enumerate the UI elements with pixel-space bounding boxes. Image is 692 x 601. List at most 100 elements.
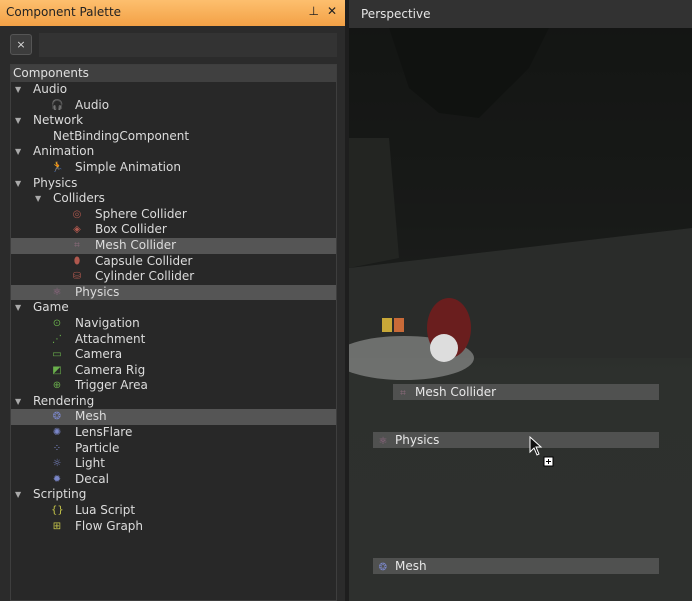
tree-label: Box Collider (95, 222, 167, 237)
dropped-label: Mesh Collider (415, 385, 497, 399)
tree-label: Navigation (75, 315, 140, 330)
panel-header: Component Palette ⊥ ✕ (0, 0, 345, 26)
capsule-icon: ⬮ (73, 255, 81, 267)
tree-label: Sphere Collider (95, 206, 187, 221)
tree-item-attachment[interactable]: ⋰ Attachment (11, 332, 336, 348)
viewport-tab[interactable]: Perspective (349, 0, 692, 28)
tree-label: Network (33, 113, 84, 128)
tree-item-lua-script[interactable]: {} Lua Script (11, 503, 336, 519)
expand-arrow-icon[interactable]: ▼ (15, 300, 21, 316)
expand-arrow-icon[interactable]: ▼ (15, 176, 21, 192)
tree-label: Decal (75, 471, 109, 486)
tree-category-animation[interactable]: ▼ Animation (11, 144, 336, 160)
mesh-sphere-icon: ❂ (52, 411, 62, 423)
running-man-icon: 🏃 (51, 161, 64, 173)
perspective-viewport[interactable]: ⌗ Mesh Collider ⚛ Physics ❂ Mesh (349, 28, 692, 601)
tree-label: Attachment (75, 331, 146, 346)
tree-label: Flow Graph (75, 518, 144, 533)
navigation-icon: ⊙ (52, 317, 62, 329)
mesh-sphere-icon: ❂ (378, 562, 388, 573)
tree-item-physics[interactable]: ⚛ Physics (11, 284, 336, 301)
tree-item-navigation[interactable]: ⊙ Navigation (11, 316, 336, 332)
headphones-icon: 🎧 (51, 99, 64, 111)
tree-label: Trigger Area (75, 378, 148, 393)
tree-category-game[interactable]: ▼ Game (11, 300, 336, 316)
tree-label: Rendering (33, 393, 95, 408)
component-tree: Components ▼ Audio 🎧 Audio ▼ Network NetBindin… (10, 64, 337, 601)
tree-item-particle[interactable]: ⁘ Particle (11, 441, 336, 457)
tree-item-cylinder-collider[interactable]: ⛁ Cylinder Collider (11, 269, 336, 285)
search-input[interactable] (39, 33, 337, 57)
tree-item-light[interactable]: ☼ Light (11, 456, 336, 472)
atom-icon: ⚛ (52, 286, 62, 298)
tree-category-audio[interactable]: ▼ Audio (11, 82, 336, 98)
tree-item-lensflare[interactable]: ✺ LensFlare (11, 425, 336, 441)
tree-item-capsule-collider[interactable]: ⬮ Capsule Collider (11, 254, 336, 270)
tree-item-flow-graph[interactable]: ⊞ Flow Graph (11, 519, 336, 535)
atom-icon: ⚛ (378, 436, 388, 447)
tree-category-rendering[interactable]: ▼ Rendering (11, 394, 336, 410)
light-icon: ☼ (52, 458, 62, 470)
tree-label: Mesh Collider (95, 237, 177, 252)
expand-arrow-icon[interactable]: ▼ (15, 487, 21, 503)
tree-label: Game (33, 300, 69, 315)
particle-icon: ⁘ (52, 442, 62, 454)
component-palette-panel: Component Palette ⊥ ✕ × Components ▼ Audio… (0, 0, 345, 601)
tree-item-simple-animation[interactable]: 🏃 Simple Animation (11, 160, 336, 176)
tree-label: Audio (33, 82, 68, 96)
tree-item-trigger-area[interactable]: ⊕ Trigger Area (11, 378, 336, 394)
tree-label: Light (75, 456, 105, 471)
camera-icon: ▭ (52, 349, 62, 361)
dropped-component-mesh-collider[interactable]: ⌗ Mesh Collider (393, 384, 659, 400)
tree-label: Animation (33, 144, 95, 159)
dropped-label: Mesh (395, 559, 427, 573)
viewport-title: Perspective (361, 7, 431, 21)
pin-icon[interactable]: ⊥ (308, 4, 318, 18)
tree-label: Physics (33, 175, 78, 190)
tree-category-physics[interactable]: ▼ Physics (11, 176, 336, 192)
tree-item-sphere-collider[interactable]: ◎ Sphere Collider (11, 207, 336, 223)
tree-item-camera[interactable]: ▭ Camera (11, 347, 336, 363)
tree-label: Lua Script (75, 503, 136, 518)
tree-item-mesh[interactable]: ❂ Mesh (11, 409, 336, 426)
panel-title: Component Palette (6, 5, 122, 19)
tree-label: Physics (75, 284, 120, 299)
attachment-icon: ⋰ (52, 333, 62, 345)
tree-item-audio[interactable]: 🎧 Audio (11, 98, 336, 114)
tree-label: Camera Rig (75, 362, 146, 377)
tree-item-decal[interactable]: ✹ Decal (11, 472, 336, 488)
tree-header: Components (11, 65, 336, 82)
tree-label: LensFlare (75, 425, 133, 440)
mesh-grid-icon: ⌗ (74, 239, 80, 251)
dropped-component-mesh[interactable]: ❂ Mesh (373, 558, 659, 574)
tree-label: Scripting (33, 487, 87, 502)
tree-label: Cylinder Collider (95, 269, 195, 284)
viewport-panel: Perspective ⌗ Mesh Collider ⚛ Physics ❂ Mes… (349, 0, 692, 601)
lensflare-icon: ✺ (52, 427, 62, 439)
clear-search-button[interactable]: × (10, 34, 32, 55)
tree-item-netbindingcomponent[interactable]: NetBindingComponent (11, 129, 336, 145)
tree-category-scripting[interactable]: ▼ Scripting (11, 487, 336, 503)
expand-arrow-icon[interactable]: ▼ (15, 82, 21, 98)
box-icon: ◈ (73, 224, 81, 236)
tree-label: Camera (75, 347, 123, 362)
scene-render (349, 28, 692, 380)
tree-item-mesh-collider[interactable]: ⌗ Mesh Collider (11, 237, 336, 254)
expand-arrow-icon[interactable]: ▼ (15, 113, 21, 129)
tree-label: Colliders (53, 191, 105, 206)
tree-label: Particle (75, 440, 120, 455)
drag-cursor-icon (529, 436, 554, 467)
expand-arrow-icon[interactable]: ▼ (15, 394, 21, 410)
tree-label: Simple Animation (75, 159, 181, 174)
tree-item-camera-rig[interactable]: ◩ Camera Rig (11, 363, 336, 379)
tree-item-box-collider[interactable]: ◈ Box Collider (11, 222, 336, 238)
cylinder-icon: ⛁ (72, 271, 82, 283)
dropped-label: Physics (395, 433, 440, 447)
dropped-component-physics[interactable]: ⚛ Physics (373, 432, 659, 448)
expand-arrow-icon[interactable]: ▼ (15, 144, 21, 160)
close-icon[interactable]: ✕ (327, 4, 337, 18)
tree-category-network[interactable]: ▼ Network (11, 113, 336, 129)
flow-graph-icon: ⊞ (52, 520, 62, 532)
tree-category-colliders[interactable]: ▼ Colliders (11, 191, 336, 207)
expand-arrow-icon[interactable]: ▼ (35, 191, 41, 207)
